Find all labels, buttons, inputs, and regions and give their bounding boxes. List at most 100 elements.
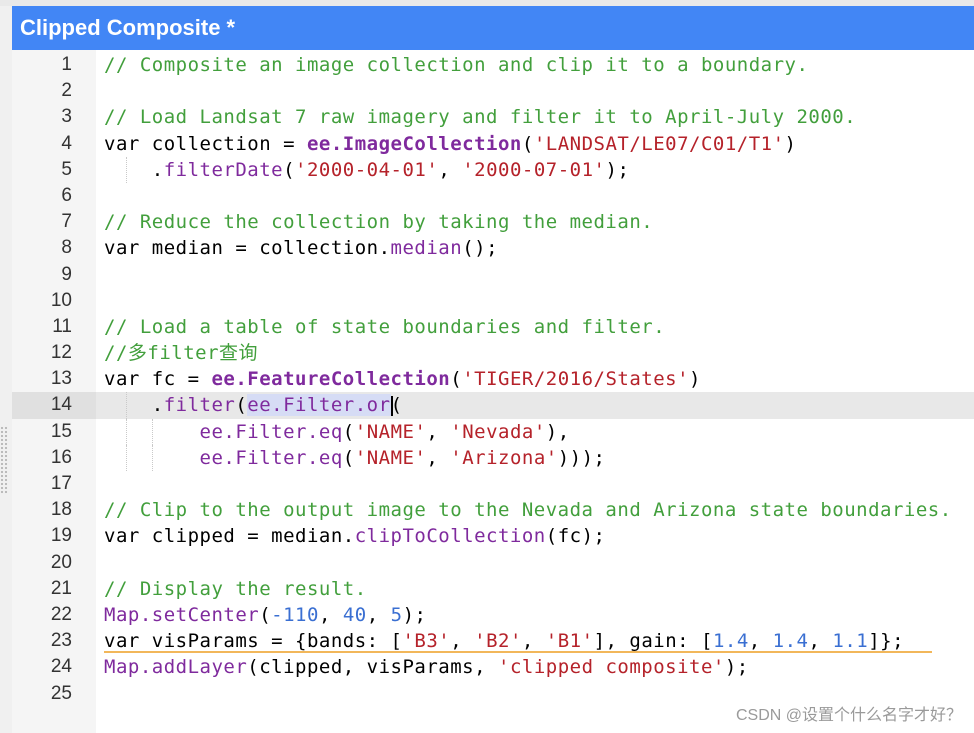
line-text-area[interactable]: [96, 78, 974, 104]
code-token: ),: [545, 420, 570, 443]
code-token: (: [390, 394, 403, 417]
code-line[interactable]: 21 // Display the result.: [12, 576, 974, 602]
code-token: ee.ImageCollection: [306, 132, 522, 155]
code-line[interactable]: 23 var visParams = {bands: ['B3', 'B2', '…: [12, 628, 974, 654]
line-number: 12: [50, 342, 72, 364]
code-line[interactable]: 20: [12, 550, 974, 576]
code-token: 'NAME': [354, 446, 427, 469]
code-text: .filterDate('2000-04-01', '2000-07-01');: [104, 157, 629, 183]
code-line[interactable]: 15 ee.Filter.eq('NAME', 'Nevada'),: [12, 418, 974, 445]
code-token: )));: [557, 446, 606, 469]
line-text-area[interactable]: // Display the result.: [96, 576, 974, 602]
line-text-area[interactable]: // Clip to the output image to the Nevad…: [96, 497, 974, 523]
code-line[interactable]: 17: [12, 471, 974, 497]
code-text: // Load Landsat 7 raw imagery and filter…: [104, 104, 856, 130]
line-text-area[interactable]: // Load a table of state boundaries and …: [96, 314, 974, 340]
line-number: 18: [50, 499, 72, 521]
line-text-area[interactable]: // Load Landsat 7 raw imagery and filter…: [96, 104, 974, 130]
code-token: var collection =: [104, 132, 307, 155]
line-number: 7: [61, 211, 72, 233]
code-editor[interactable]: 1 // Composite an image collection and cl…: [12, 52, 974, 733]
code-token: var median = collection.: [104, 237, 391, 260]
line-text-area[interactable]: var fc = ee.FeatureCollection('TIGER/201…: [96, 366, 974, 392]
code-token: ], gain: [: [593, 630, 713, 653]
code-token: ,: [808, 630, 833, 653]
line-text-area[interactable]: Map.addLayer(clipped, visParams, 'clippe…: [96, 654, 974, 680]
code-line[interactable]: 5 .filterDate('2000-04-01', '2000-07-01'…: [12, 156, 974, 183]
line-text-area[interactable]: var median = collection.median();: [96, 235, 974, 261]
code-token: 'Nevada': [450, 420, 546, 443]
code-line[interactable]: 10: [12, 288, 974, 314]
code-token: 'B3': [402, 630, 451, 653]
resize-grip-icon[interactable]: [0, 426, 8, 494]
line-number: 14: [12, 392, 96, 419]
line-text-area[interactable]: ee.Filter.eq('NAME', 'Arizona')));: [96, 444, 974, 471]
code-token: );: [724, 656, 749, 679]
script-title[interactable]: Clipped Composite *: [20, 15, 235, 40]
code-token: ,: [318, 603, 343, 626]
code-text: var median = collection.median();: [104, 235, 498, 261]
line-text-area[interactable]: .filter(ee.Filter.or(: [96, 392, 974, 419]
line-number: 5: [61, 158, 72, 180]
warning-underline: [104, 651, 932, 654]
code-token: ]};: [868, 630, 905, 653]
code-token: .: [104, 158, 164, 181]
code-text: // Reduce the collection by taking the m…: [104, 209, 653, 235]
line-number: 10: [50, 289, 72, 311]
code-token: 'NAME': [354, 420, 427, 443]
line-text-area[interactable]: // Composite an image collection and cli…: [96, 52, 974, 78]
line-text-area[interactable]: [96, 550, 974, 576]
code-line[interactable]: 2: [12, 78, 974, 104]
left-panel-edge: [0, 6, 12, 733]
code-token: (clipped, visParams,: [247, 656, 498, 679]
code-line[interactable]: 22 Map.setCenter(-110, 40, 5);: [12, 602, 974, 628]
code-line[interactable]: 16 ee.Filter.eq('NAME', 'Arizona')));: [12, 444, 974, 471]
code-line[interactable]: 3 // Load Landsat 7 raw imagery and filte…: [12, 104, 974, 130]
code-line[interactable]: 13 var fc = ee.FeatureCollection('TIGER/2…: [12, 366, 974, 392]
code-line[interactable]: 9: [12, 262, 974, 288]
line-text-area[interactable]: [96, 288, 974, 314]
line-text-area[interactable]: var visParams = {bands: ['B3', 'B2', 'B1…: [96, 628, 974, 654]
watermark: CSDN @设置个什么名字才好？: [735, 707, 962, 724]
line-number: 9: [61, 263, 72, 285]
line-text-area[interactable]: //多filter查询: [96, 340, 974, 366]
code-token: clipToCollection: [354, 525, 546, 548]
code-line[interactable]: 8 var median = collection.median();: [12, 235, 974, 261]
code-line[interactable]: 6: [12, 183, 974, 209]
line-number: 20: [50, 551, 72, 573]
code-line[interactable]: 4 var collection = ee.ImageCollection('LA…: [12, 131, 974, 157]
code-token: 'B2': [474, 630, 522, 653]
code-line[interactable]: 11 // Load a table of state boundaries an…: [12, 314, 974, 340]
code-token: ,: [426, 420, 451, 443]
line-number: 15: [50, 420, 72, 442]
code-token: (: [235, 394, 248, 417]
code-line[interactable]: 24 Map.addLayer(clipped, visParams, 'clip…: [12, 654, 974, 680]
code-line[interactable]: 19 var clipped = median.clipToCollection(…: [12, 523, 974, 549]
code-token: (: [342, 446, 355, 469]
code-token: ,: [521, 630, 546, 653]
line-text-area[interactable]: var clipped = median.clipToCollection(fc…: [96, 523, 974, 549]
code-token: //多filter查询: [104, 342, 259, 365]
line-text-area[interactable]: // Reduce the collection by taking the m…: [96, 209, 974, 235]
code-line[interactable]: 12 //多filter查询: [12, 340, 974, 366]
code-line[interactable]: 7 // Reduce the collection by taking the …: [12, 209, 974, 235]
line-number: 11: [52, 315, 72, 337]
code-token: (: [342, 420, 355, 443]
line-number: 23: [50, 630, 72, 652]
code-line[interactable]: 1 // Composite an image collection and cl…: [12, 52, 974, 78]
code-token: 40: [342, 603, 367, 626]
code-line[interactable]: 14 .filter(ee.Filter.or(: [12, 392, 974, 419]
code-token: (: [450, 368, 463, 391]
line-text-area[interactable]: var collection = ee.ImageCollection('LAN…: [96, 131, 974, 157]
code-line[interactable]: 18 // Clip to the output image to the Nev…: [12, 497, 974, 523]
code-token: 5: [390, 603, 403, 626]
code-text: var collection = ee.ImageCollection('LAN…: [104, 131, 797, 157]
line-text-area[interactable]: [96, 471, 974, 497]
line-text-area[interactable]: [96, 262, 974, 288]
line-text-area[interactable]: Map.setCenter(-110, 40, 5);: [96, 602, 974, 628]
line-text-area[interactable]: [96, 183, 974, 209]
code-token: var visParams = {bands: [: [104, 630, 403, 653]
line-text-area[interactable]: .filterDate('2000-04-01', '2000-07-01');: [96, 156, 974, 183]
line-text-area[interactable]: ee.Filter.eq('NAME', 'Nevada'),: [96, 418, 974, 445]
